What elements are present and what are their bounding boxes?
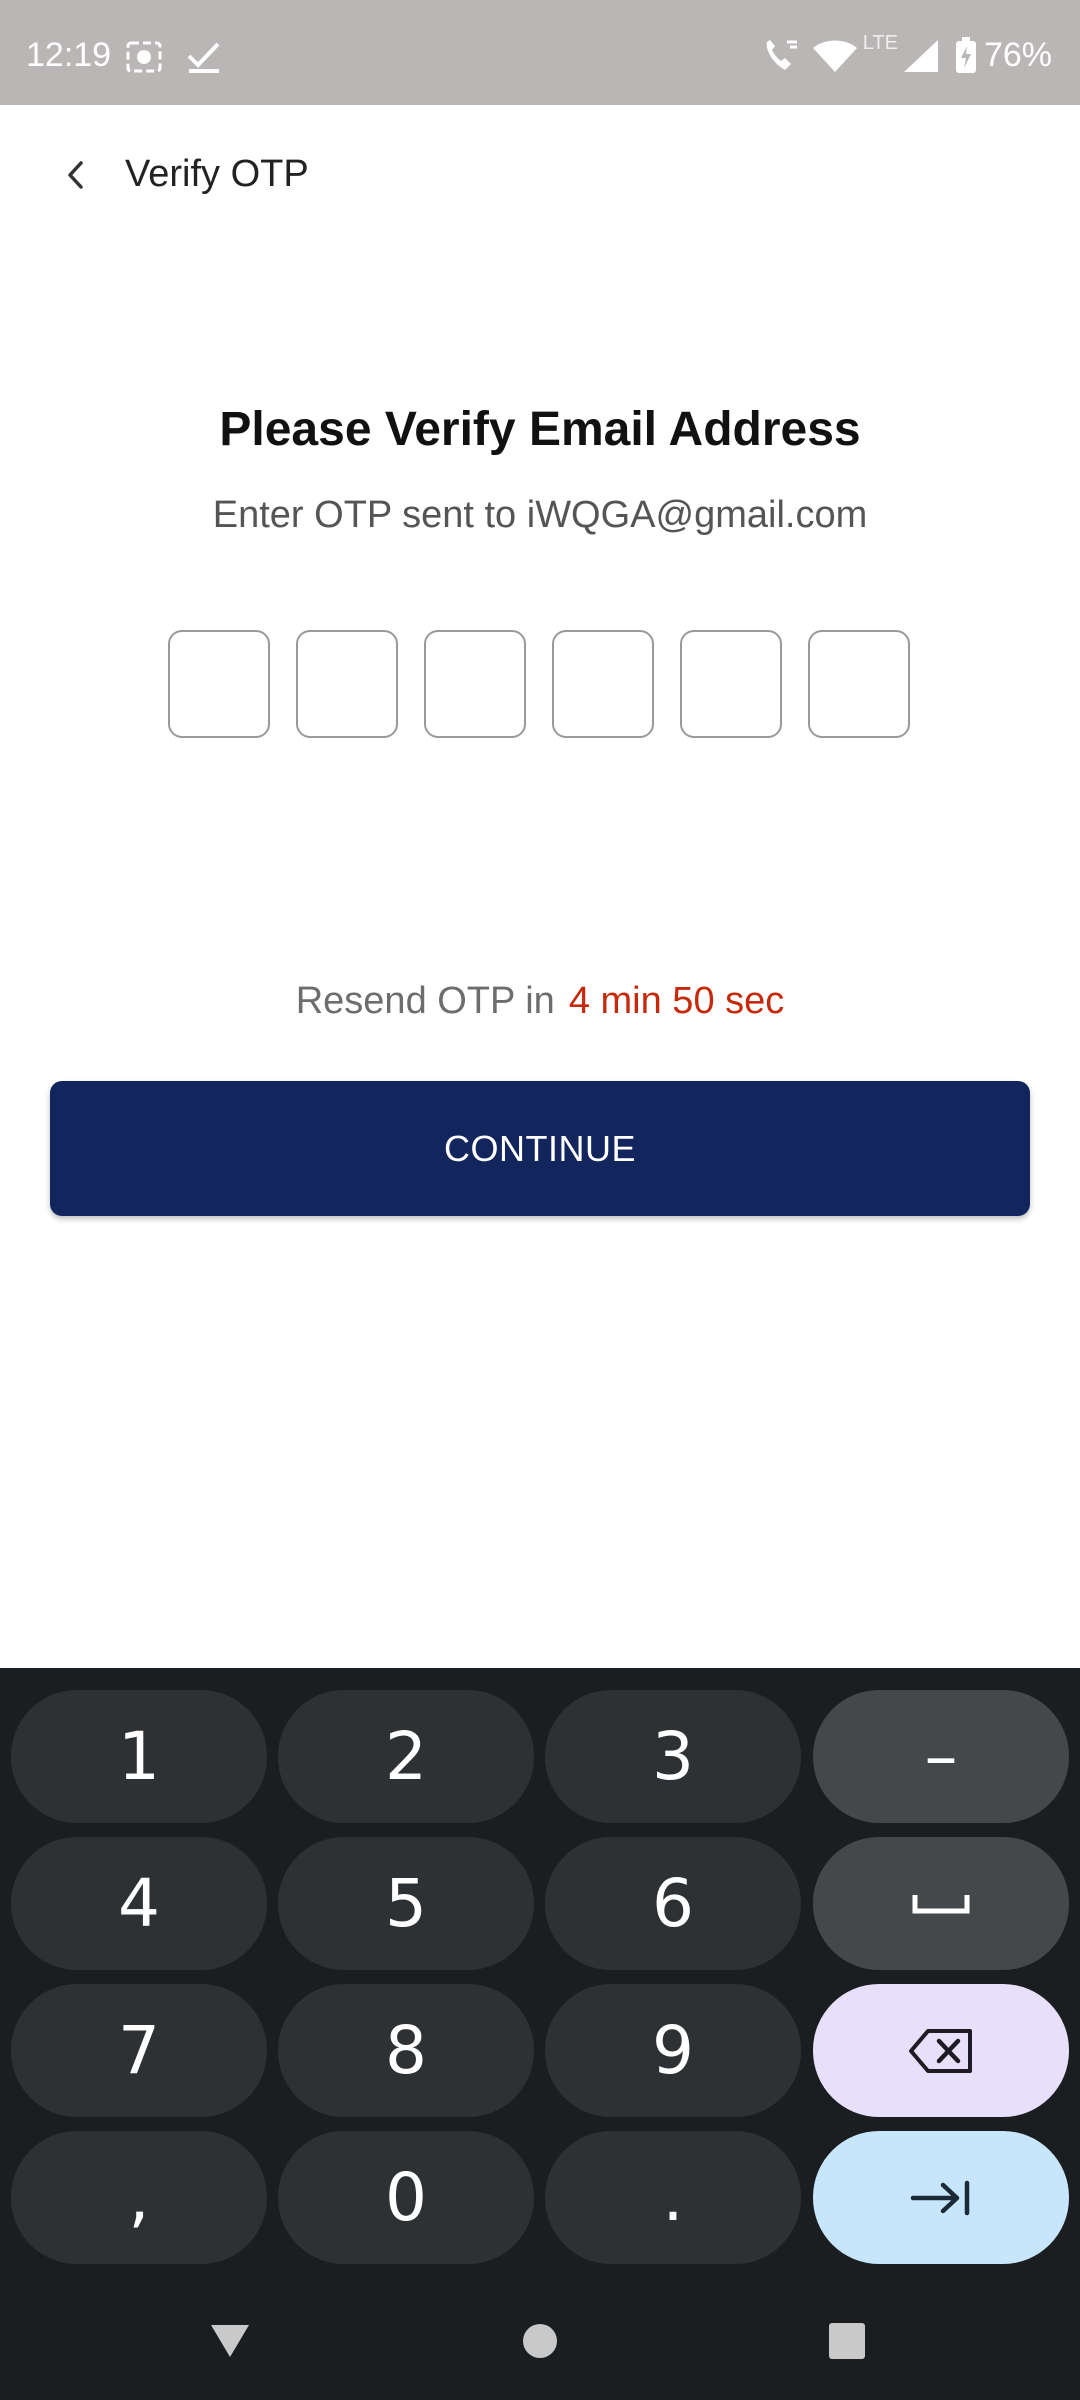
nav-home-button[interactable] [505, 2306, 575, 2376]
otp-digit-3[interactable] [424, 630, 526, 738]
otp-digit-5[interactable] [680, 630, 782, 738]
battery-charging-icon [955, 36, 976, 73]
otp-input-group [168, 630, 910, 738]
key-comma[interactable]: , [11, 2131, 267, 2264]
battery-level: 76% [983, 36, 1052, 74]
key-backspace[interactable] [813, 1984, 1069, 2117]
key-1[interactable]: 1 [11, 1690, 267, 1823]
chevron-left-icon [68, 161, 83, 189]
key-next[interactable] [813, 2131, 1069, 2264]
status-indicators: LTE 76% [761, 32, 1052, 75]
key-period[interactable]: . [545, 2131, 801, 2264]
nav-recents-button[interactable] [812, 2306, 882, 2376]
continue-button[interactable]: CONTINUE [50, 1081, 1030, 1216]
key-4[interactable]: 4 [11, 1837, 267, 1970]
wifi-icon [812, 40, 857, 72]
page-title: Verify OTP [125, 153, 309, 195]
key-space[interactable] [813, 1837, 1069, 1970]
square-icon [829, 2323, 865, 2359]
key-6[interactable]: 6 [545, 1837, 801, 1970]
otp-digit-4[interactable] [552, 630, 654, 738]
backspace-icon [909, 2028, 972, 2073]
app-bar: Verify OTP [0, 105, 1080, 245]
wifi-calling-icon [766, 39, 797, 70]
key-8[interactable]: 8 [278, 1984, 534, 2117]
key-9[interactable]: 9 [545, 1984, 801, 2117]
checkmark-icon [187, 42, 220, 73]
otp-digit-1[interactable] [168, 630, 270, 738]
key-7[interactable]: 7 [11, 1984, 267, 2117]
otp-digit-2[interactable] [296, 630, 398, 738]
status-time: 12:19 [26, 36, 112, 74]
otp-instruction: Enter OTP sent to iWQGA@gmail.com [212, 494, 868, 536]
nav-back-button[interactable] [195, 2306, 265, 2376]
circle-icon [523, 2324, 557, 2358]
screenshot-icon [126, 41, 162, 73]
resend-timer: 4 min 50 sec [568, 980, 785, 1022]
resend-row: Resend OTP in 4 min 50 sec [0, 980, 1080, 1023]
signal-icon [903, 39, 938, 72]
otp-digit-6[interactable] [808, 630, 910, 738]
triangle-down-icon [211, 2325, 249, 2357]
resend-label: Resend OTP in [295, 980, 555, 1022]
space-icon [912, 1894, 970, 1913]
status-bar: 12:19 LTE 76% [0, 0, 1080, 105]
back-button[interactable] [44, 143, 108, 207]
navigation-bar [0, 2282, 1080, 2400]
key-minus[interactable]: – [813, 1690, 1069, 1823]
key-5[interactable]: 5 [278, 1837, 534, 1970]
tab-arrow-icon [910, 2180, 970, 2215]
key-2[interactable]: 2 [278, 1690, 534, 1823]
key-0[interactable]: 0 [278, 2131, 534, 2264]
key-3[interactable]: 3 [545, 1690, 801, 1823]
verify-heading: Please Verify Email Address [219, 403, 861, 456]
network-type-label: LTE [862, 32, 898, 54]
numeric-keyboard: 1 2 3 – 4 5 6 7 8 9 , 0 . [0, 1668, 1080, 2282]
